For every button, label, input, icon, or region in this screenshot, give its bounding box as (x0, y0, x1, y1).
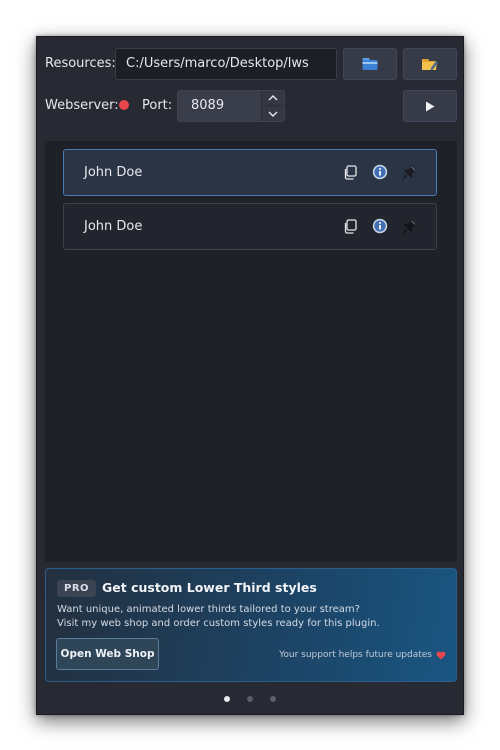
pin-icon (402, 219, 417, 234)
support-note: Your support helps future updates (279, 650, 432, 660)
copy-button[interactable] (342, 164, 358, 180)
open-web-shop-button[interactable]: Open Web Shop (56, 638, 159, 670)
page-dot[interactable] (224, 696, 230, 702)
port-label: Port: (142, 98, 173, 113)
promo-description: Want unique, animated lower thirds tailo… (57, 603, 380, 631)
item-name: John Doe (84, 219, 143, 234)
port-increment-button[interactable] (261, 91, 284, 106)
pin-icon (402, 165, 417, 180)
chevron-up-icon (268, 95, 278, 101)
play-icon (426, 101, 435, 111)
open-folder-button[interactable] (403, 48, 457, 80)
copy-button[interactable] (342, 218, 358, 234)
webserver-label: Webserver: (45, 98, 119, 113)
item-name: John Doe (84, 165, 143, 180)
list-item[interactable]: John Doe (63, 149, 437, 196)
list-item[interactable]: John Doe (63, 203, 437, 250)
plugin-dock: Resources: C:/Users/marco/Desktop/lws We… (36, 36, 464, 715)
port-value[interactable]: 8089 (191, 91, 224, 121)
info-button[interactable] (372, 218, 388, 234)
pro-promo-panel: PRO Get custom Lower Third styles Want u… (45, 568, 457, 682)
copy-icon (344, 164, 357, 180)
start-webserver-button[interactable] (403, 90, 457, 122)
browse-folder-button[interactable] (343, 48, 397, 80)
resources-label: Resources: (45, 56, 116, 71)
webserver-status-indicator (119, 100, 129, 110)
pin-button[interactable] (402, 164, 418, 180)
heart-icon (436, 651, 446, 660)
port-decrement-button[interactable] (261, 106, 284, 121)
promo-description-line: Want unique, animated lower thirds tailo… (57, 604, 360, 615)
promo-description-line: Visit my web shop and order custom style… (57, 618, 380, 629)
page-dot[interactable] (247, 696, 253, 702)
page-indicator (37, 696, 465, 704)
chevron-down-icon (268, 111, 278, 117)
page-dot[interactable] (270, 696, 276, 702)
port-spinbox[interactable]: 8089 (177, 90, 285, 122)
copy-icon (344, 218, 357, 234)
folder-edit-icon (422, 59, 438, 71)
info-icon (372, 164, 388, 180)
info-button[interactable] (372, 164, 388, 180)
info-icon (372, 218, 388, 234)
pro-badge: PRO (57, 580, 97, 597)
pin-button[interactable] (402, 218, 418, 234)
folder-icon (362, 58, 378, 70)
lower-third-list: John Doe John Doe (45, 141, 457, 562)
promo-title: Get custom Lower Third styles (102, 580, 317, 595)
resources-path-input[interactable]: C:/Users/marco/Desktop/lws (115, 48, 337, 80)
